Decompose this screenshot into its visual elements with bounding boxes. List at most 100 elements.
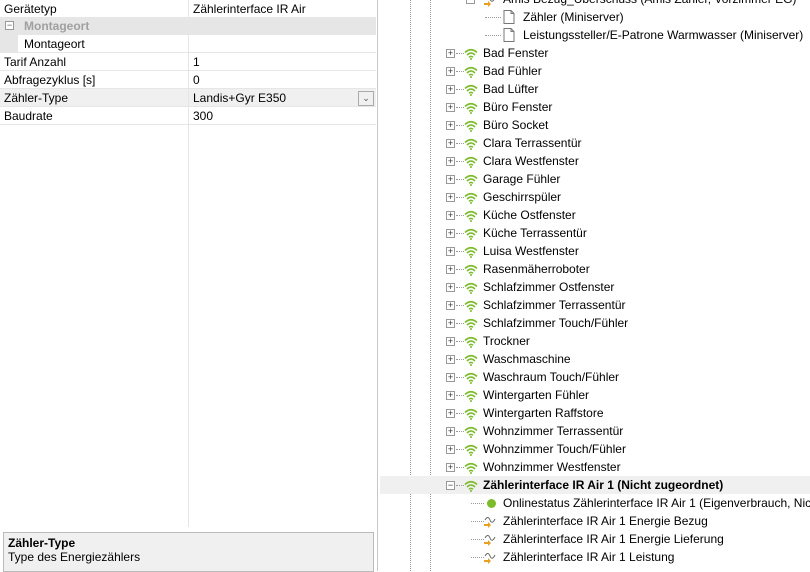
tree-item-device[interactable]: + Küche Ostfenster [380, 206, 810, 224]
tree-item-label: Waschraum Touch/Fühler [483, 370, 620, 384]
tree-item-device[interactable]: + Wohnzimmer Touch/Fühler [380, 440, 810, 458]
expand-icon[interactable]: + [446, 301, 455, 310]
tree-item-device[interactable]: + Schlafzimmer Ostfenster [380, 278, 810, 296]
wifi-icon [464, 155, 478, 168]
meter-input-icon [483, 514, 497, 528]
tree-item-label: Clara Terrassentür [483, 136, 582, 150]
wifi-icon [464, 47, 478, 60]
wifi-icon [464, 65, 478, 78]
tree-item-device[interactable]: + Büro Fenster [380, 98, 810, 116]
tree-item-device[interactable]: + Bad Lüfter [380, 80, 810, 98]
tree-item-device[interactable]: + Küche Terrassentür [380, 224, 810, 242]
expand-icon[interactable]: + [446, 121, 455, 130]
category-montageort[interactable]: − Montageort [0, 17, 376, 35]
tree-item-label: Büro Fenster [483, 100, 553, 114]
property-row-tarif-anzahl[interactable]: Tarif Anzahl 1 [0, 53, 376, 71]
tree-item-device[interactable]: + Garage Fühler [380, 170, 810, 188]
tree-item-label: Wohnzimmer Terrassentür [483, 424, 624, 438]
tree-item-label: Zählerinterface IR Air 1 (Nicht zugeordn… [483, 478, 724, 492]
expand-icon[interactable]: + [446, 157, 455, 166]
tree-item-label: Küche Terrassentür [483, 226, 587, 240]
tree-item-device[interactable]: + Schlafzimmer Terrassentür [380, 296, 810, 314]
expand-icon[interactable]: + [446, 409, 455, 418]
tree-item-label: Zählerinterface IR Air 1 Energie Lieferu… [503, 532, 724, 546]
expand-icon[interactable]: + [446, 229, 455, 238]
wifi-icon [464, 191, 478, 204]
tree-item-selected[interactable]: − Zählerinterface IR Air 1 (Nicht zugeord… [380, 476, 810, 494]
tree-item-device[interactable]: + Waschraum Touch/Fühler [380, 368, 810, 386]
wifi-icon [464, 407, 478, 420]
expand-icon[interactable]: + [446, 67, 455, 76]
property-row-montageort[interactable]: Montageort [0, 35, 376, 53]
tree-item-device[interactable]: + Bad Fühler [380, 62, 810, 80]
expand-icon[interactable]: + [446, 211, 455, 220]
collapse-icon[interactable]: − [5, 21, 14, 30]
chevron-down-icon[interactable]: ⌄ [358, 91, 374, 106]
expand-icon[interactable]: + [446, 265, 455, 274]
expand-icon[interactable]: + [446, 391, 455, 400]
expand-icon[interactable]: + [446, 49, 455, 58]
tree-item-device[interactable]: + Clara Terrassentür [380, 134, 810, 152]
tree-item-device[interactable]: + Wohnzimmer Terrassentür [380, 422, 810, 440]
expand-icon[interactable]: + [446, 319, 455, 328]
wifi-icon [464, 83, 478, 96]
tree-item-channel[interactable]: Zählerinterface IR Air 1 Energie Lieferu… [380, 530, 810, 548]
tree-item-device[interactable]: + Luisa Westfenster [380, 242, 810, 260]
tree-item-device[interactable]: + Geschirrspüler [380, 188, 810, 206]
tree-item-child[interactable]: Leistungssteller/E-Patrone Warmwasser (M… [380, 26, 810, 44]
expand-icon[interactable]: + [446, 283, 455, 292]
tree-item-device[interactable]: + Schlafzimmer Touch/Fühler [380, 314, 810, 332]
expand-icon[interactable]: + [446, 247, 455, 256]
tree-item-device[interactable]: + Clara Westfenster [380, 152, 810, 170]
tree-item-device[interactable]: + Büro Socket [380, 116, 810, 134]
collapse-icon[interactable]: − [466, 0, 475, 4]
tree-item-label: Waschmaschine [483, 352, 571, 366]
wifi-icon [464, 119, 478, 132]
tree-item-label: Zähler (Miniserver) [523, 10, 624, 24]
tree-item-device[interactable]: + Rasenmäherroboter [380, 260, 810, 278]
tree-item-channel[interactable]: Zählerinterface IR Air 1 Leistung [380, 548, 810, 566]
property-row-zaehler-type[interactable]: Zähler-Type Landis+Gyr E350 ⌄ [0, 89, 376, 107]
tree-item-device[interactable]: + Wohnzimmer Westfenster [380, 458, 810, 476]
tree-item-device[interactable]: + Bad Fenster [380, 44, 810, 62]
wifi-icon [464, 227, 478, 240]
zaehler-type-select[interactable]: Landis+Gyr E350 [193, 91, 286, 105]
wifi-icon [464, 281, 478, 294]
expand-icon[interactable]: + [446, 463, 455, 472]
tree-item-channel[interactable]: Zählerinterface IR Air 1 Energie Bezug [380, 512, 810, 530]
collapse-icon[interactable]: − [446, 481, 455, 490]
document-icon [503, 28, 517, 42]
tree-item-label: Schlafzimmer Touch/Fühler [483, 316, 629, 330]
status-dot-icon [487, 499, 496, 508]
expand-icon[interactable]: + [446, 85, 455, 94]
tree-item-child[interactable]: Zähler (Miniserver) [380, 8, 810, 26]
expand-icon[interactable]: + [446, 139, 455, 148]
property-row-abfragezyklus[interactable]: Abfragezyklus [s] 0 [0, 71, 376, 89]
tree-item-device[interactable]: + Wintergarten Fühler [380, 386, 810, 404]
tree-item-device[interactable]: + Waschmaschine [380, 350, 810, 368]
property-value[interactable]: 0 [193, 73, 200, 87]
expand-icon[interactable]: + [446, 427, 455, 436]
property-row-geraetetyp[interactable]: Gerätetyp Zählerinterface IR Air [0, 0, 376, 18]
wifi-icon [464, 425, 478, 438]
property-value[interactable]: 1 [193, 55, 200, 69]
expand-icon[interactable]: + [446, 337, 455, 346]
device-tree: − Amis Bezug_Überschuss (Amis Zähler, Vor… [380, 0, 810, 571]
tree-item-label: Schlafzimmer Terrassentür [483, 298, 626, 312]
tree-item-label: Trockner [483, 334, 530, 348]
tree-item-parent[interactable]: − Amis Bezug_Überschuss (Amis Zähler, Vor… [380, 0, 810, 8]
tree-item-device[interactable]: + Trockner [380, 332, 810, 350]
expand-icon[interactable]: + [446, 445, 455, 454]
tree-item-device[interactable]: + Wintergarten Raffstore [380, 404, 810, 422]
wifi-icon [464, 173, 478, 186]
expand-icon[interactable]: + [446, 355, 455, 364]
property-value[interactable]: 300 [193, 109, 213, 123]
expand-icon[interactable]: + [446, 373, 455, 382]
expand-icon[interactable]: + [446, 193, 455, 202]
property-key: Tarif Anzahl [4, 55, 67, 69]
property-row-baudrate[interactable]: Baudrate 300 [0, 107, 376, 125]
expand-icon[interactable]: + [446, 103, 455, 112]
tree-item-channel[interactable]: Onlinestatus Zählerinterface IR Air 1 (E… [380, 494, 810, 512]
description-title: Zähler-Type [8, 536, 76, 550]
expand-icon[interactable]: + [446, 175, 455, 184]
